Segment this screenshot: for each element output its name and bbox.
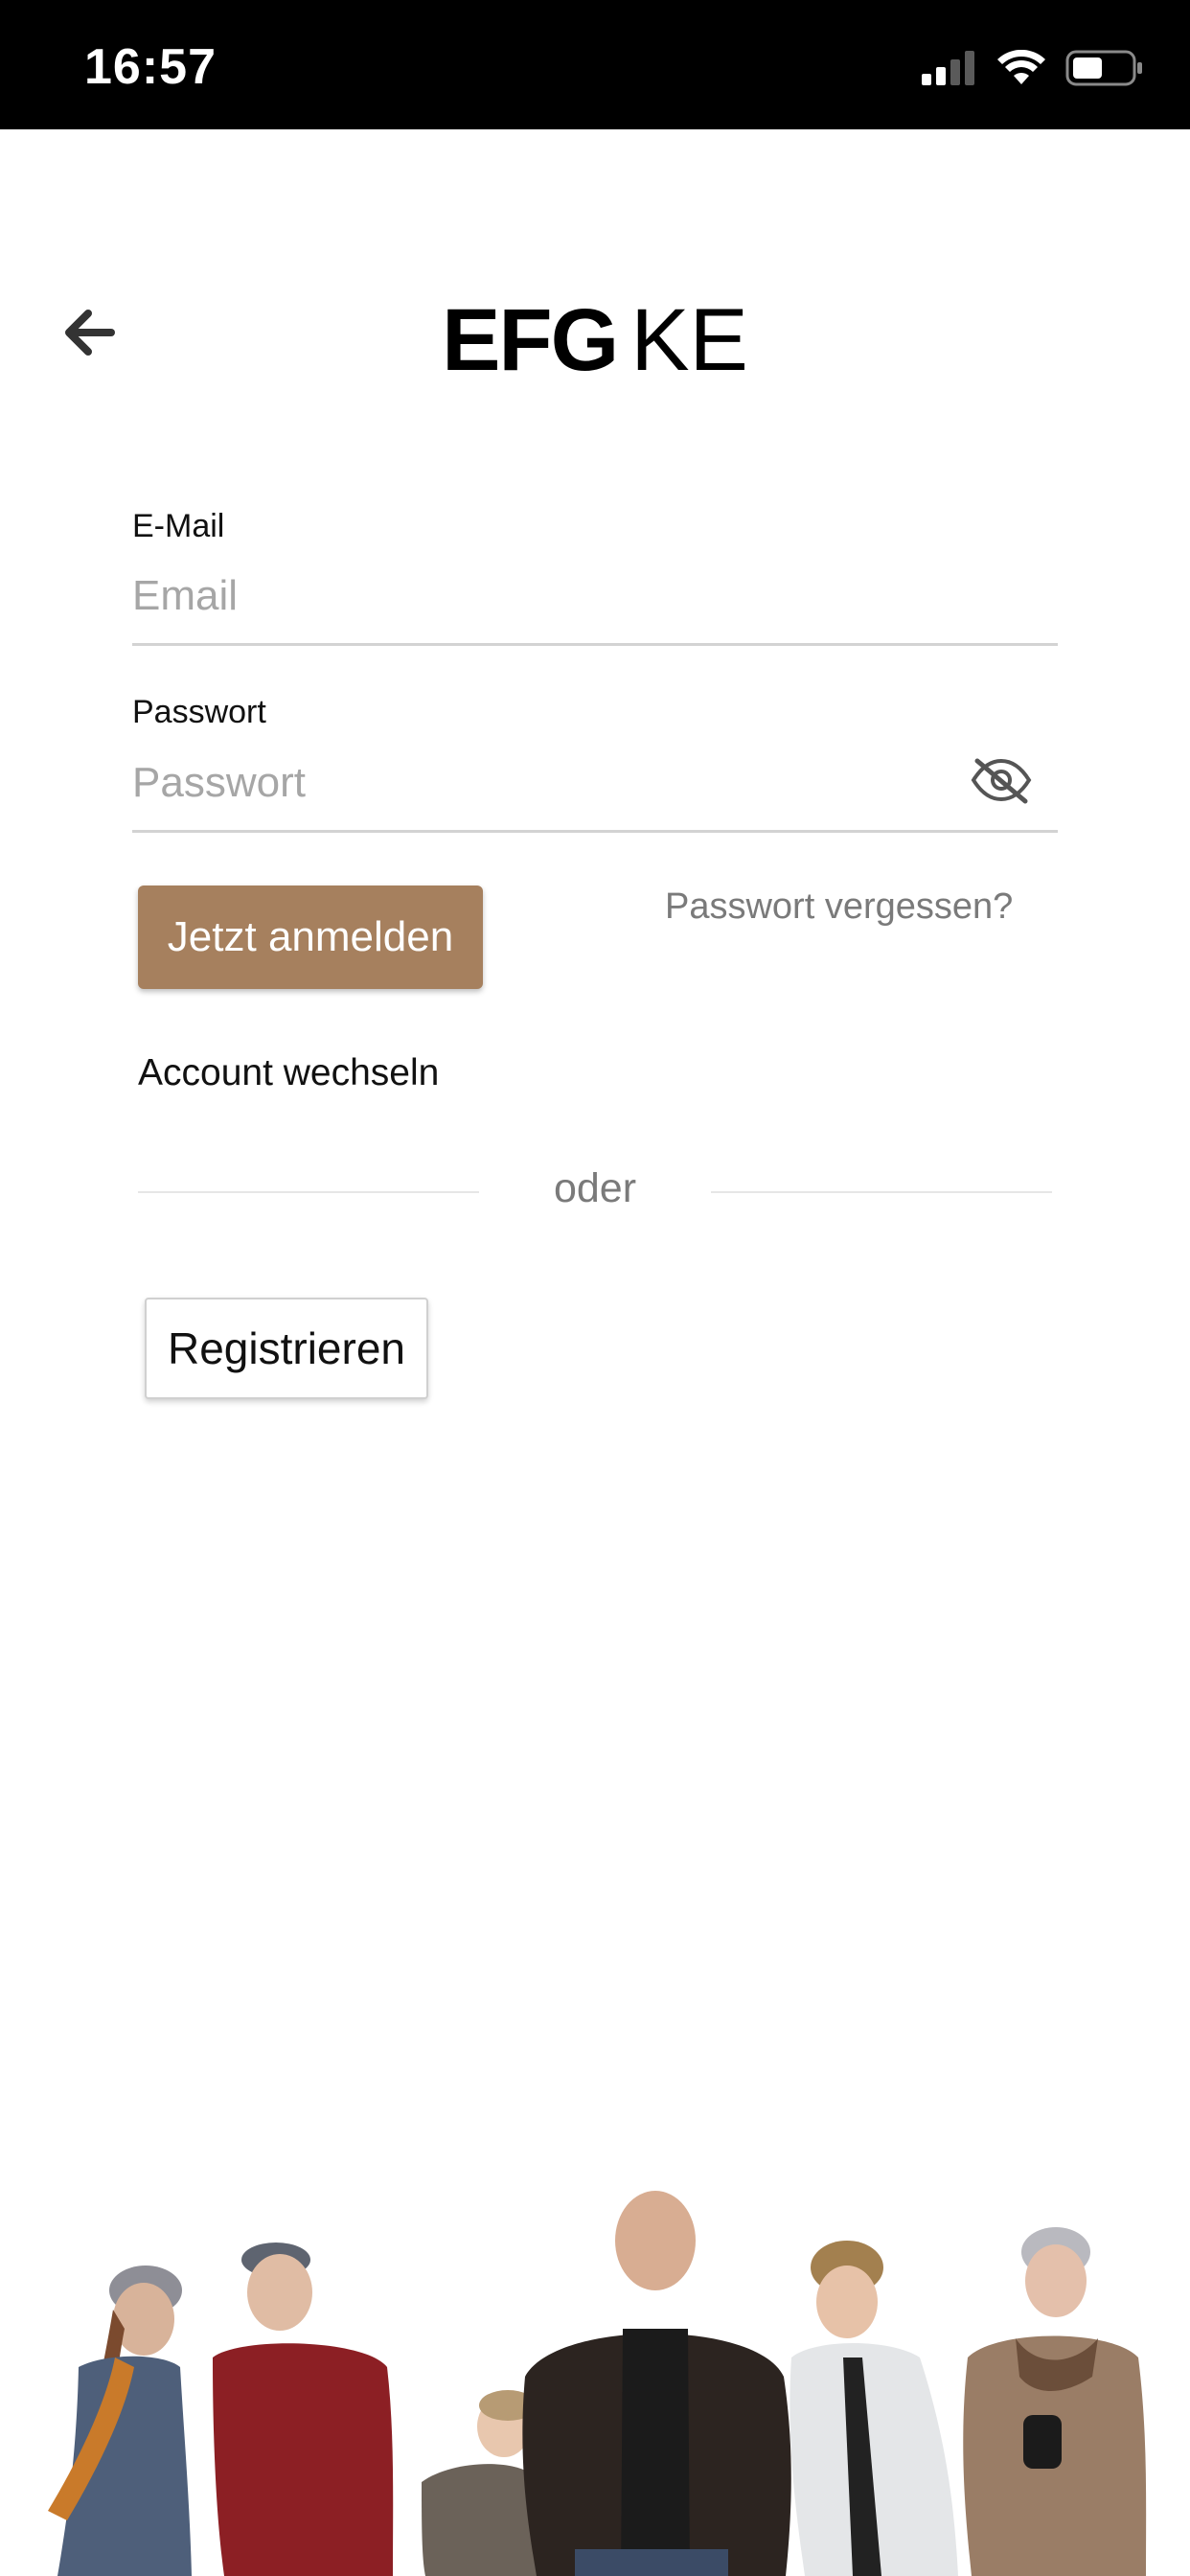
email-underline: [132, 643, 1058, 646]
person-2: [213, 2242, 394, 2576]
app-logo: EFG KE: [0, 292, 1190, 388]
person-5: [790, 2241, 958, 2576]
email-label: E-Mail: [132, 508, 225, 544]
person-4: [522, 2191, 791, 2576]
person-1: [48, 2266, 192, 2576]
forgot-password-link[interactable]: Passwort vergessen?: [665, 886, 1013, 928]
group-of-people-photo: [48, 2191, 1147, 2576]
password-underline: [132, 830, 1058, 833]
logo-thin-text: KE: [630, 291, 748, 389]
password-input[interactable]: [132, 754, 956, 812]
signal-icon: [922, 51, 974, 85]
divider-line-right: [711, 1191, 1052, 1193]
email-input[interactable]: [132, 567, 1058, 625]
status-time: 16:57: [84, 39, 217, 95]
status-icons: [922, 50, 1144, 86]
login-button[interactable]: Jetzt anmelden: [138, 886, 483, 989]
switch-account-link[interactable]: Account wechseln: [138, 1052, 439, 1094]
password-label: Passwort: [132, 694, 266, 730]
password-visibility-toggle[interactable]: [970, 755, 1033, 805]
person-6: [963, 2227, 1147, 2576]
eye-slash-icon: [971, 758, 1032, 804]
logo-bold-text: EFG: [442, 291, 619, 389]
divider-text: oder: [553, 1165, 637, 1211]
register-button[interactable]: Registrieren: [145, 1298, 428, 1399]
battery-icon: [1065, 50, 1142, 86]
status-bar: 16:57: [0, 0, 1190, 129]
person-3: [422, 2390, 537, 2576]
wifi-icon: [997, 50, 1045, 84]
